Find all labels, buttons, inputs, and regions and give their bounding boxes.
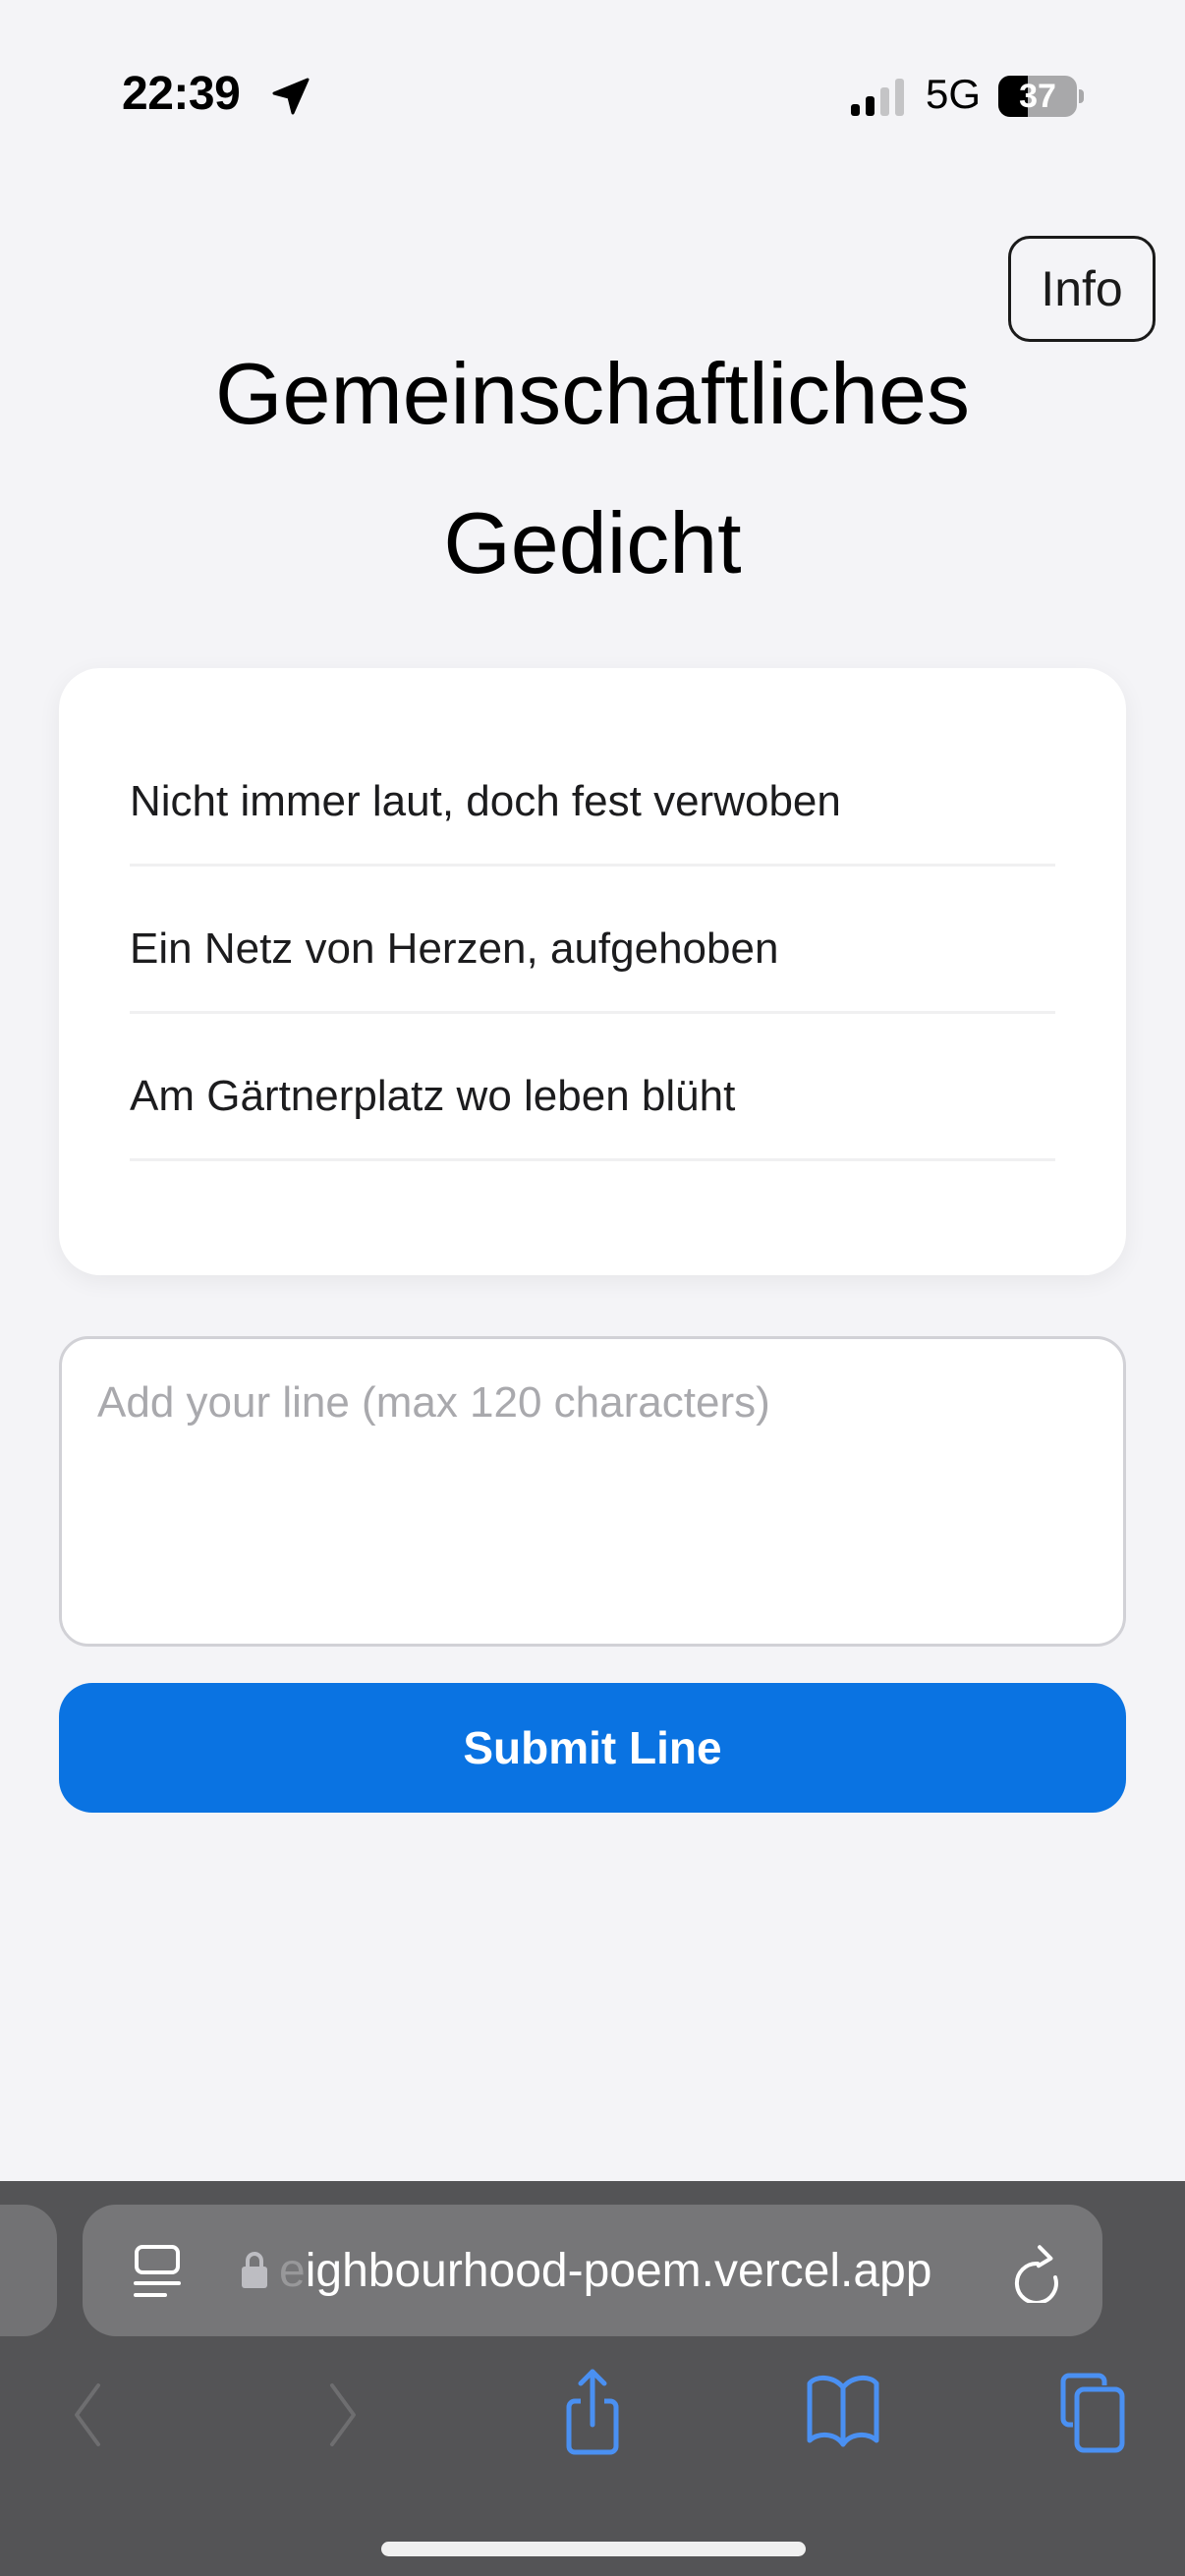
submit-line-button[interactable]: Submit Line xyxy=(59,1683,1126,1813)
tabs-icon xyxy=(1060,2373,1125,2453)
browser-nav-row xyxy=(0,2358,1185,2476)
bookmarks-button[interactable] xyxy=(804,2368,882,2456)
page-title: Gemeinschaftliches Gedicht xyxy=(0,319,1185,618)
poem-line: Ein Netz von Herzen, aufgehoben xyxy=(130,867,1055,1014)
status-time: 22:39 xyxy=(122,68,241,120)
chevron-left-icon xyxy=(75,2383,100,2446)
signal-bar-1 xyxy=(851,104,860,116)
home-indicator[interactable] xyxy=(381,2542,806,2556)
bookmarks-book-icon xyxy=(807,2376,879,2447)
poem-line: Am Gärtnerplatz wo leben blüht xyxy=(130,1014,1055,1161)
url-text[interactable]: eighbourhood-poem.vercel.app xyxy=(279,2244,931,2299)
battery-cap xyxy=(1079,89,1084,103)
add-line-input[interactable] xyxy=(59,1336,1126,1647)
reader-mode-icon[interactable] xyxy=(134,2244,181,2299)
poem-card: Nicht immer laut, doch fest verwoben Ein… xyxy=(59,668,1126,1275)
poem-lines-list: Nicht immer laut, doch fest verwoben Ein… xyxy=(130,719,1055,1161)
battery-percent: 37 xyxy=(1019,77,1056,115)
poem-line: Nicht immer laut, doch fest verwoben xyxy=(130,719,1055,867)
signal-bar-2 xyxy=(866,96,875,116)
page-title-text: Gemeinschaftliches Gedicht xyxy=(215,345,970,591)
tabs-button[interactable] xyxy=(1053,2368,1132,2456)
browser-toolbar: eighbourhood-poem.vercel.app xyxy=(0,2181,1185,2576)
back-button[interactable] xyxy=(47,2368,126,2456)
cellular-signal-icon xyxy=(851,79,904,116)
share-icon xyxy=(566,2369,619,2455)
share-button[interactable] xyxy=(553,2368,632,2456)
network-type: 5G xyxy=(926,71,982,117)
screen: 22:39 5G 37 Info Gemeinschaftliches Gedi… xyxy=(0,0,1185,2576)
battery-icon: 37 xyxy=(998,76,1077,117)
address-bar[interactable]: eighbourhood-poem.vercel.app xyxy=(83,2205,1102,2336)
chevron-right-icon xyxy=(330,2383,356,2446)
lock-icon xyxy=(242,2252,267,2288)
status-bar: 22:39 5G 37 xyxy=(0,0,1185,196)
url-faded-prefix: e xyxy=(279,2245,306,2297)
reload-icon[interactable] xyxy=(1012,2240,1067,2303)
previous-tab-address-bar[interactable] xyxy=(0,2205,57,2336)
forward-button[interactable] xyxy=(305,2368,383,2456)
location-arrow-icon xyxy=(272,78,310,115)
url-visible: ighbourhood-poem.vercel.app xyxy=(305,2245,932,2297)
signal-bar-4 xyxy=(895,79,904,116)
signal-bar-3 xyxy=(880,87,889,116)
